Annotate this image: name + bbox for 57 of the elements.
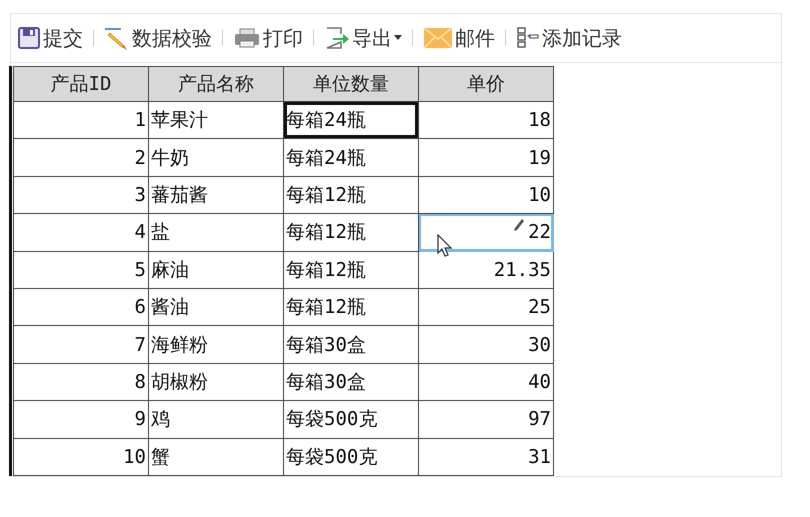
toolbar-button[interactable]: 打印	[231, 24, 305, 52]
table-cell: 鸡	[148, 400, 284, 438]
table-cell: 8	[14, 363, 148, 401]
table-cell: 6	[14, 288, 148, 326]
table-cell: 30	[418, 326, 554, 364]
table-cell: 海鲜粉	[148, 326, 284, 364]
save-icon	[17, 26, 41, 50]
column-header[interactable]: 单位数量	[284, 66, 418, 102]
table-cell: 19	[418, 138, 554, 176]
table-cell: 牛奶	[148, 138, 284, 176]
table-cell: 每箱12瓶	[284, 176, 418, 214]
table-cell: 5	[14, 251, 148, 288]
table-cell: 9	[14, 400, 148, 438]
table-cell: 10	[14, 438, 148, 476]
column-header[interactable]: 产品ID	[14, 66, 148, 102]
table-cell: 酱油	[148, 288, 284, 326]
table-cell: 麻油	[148, 251, 284, 288]
column-header[interactable]: 产品名称	[148, 66, 284, 102]
pencil-icon	[513, 218, 525, 232]
add-record-icon	[516, 26, 540, 50]
table-cell: 1	[14, 102, 148, 139]
table-cell: 21.35	[418, 251, 554, 288]
toolbar-button[interactable]: 添加记录	[514, 24, 624, 52]
table-cell: 40	[418, 363, 554, 401]
table-cell: 苹果汁	[148, 102, 284, 139]
table-cell: 每箱24瓶	[284, 138, 418, 176]
toolbar-button[interactable]: 导出	[322, 24, 404, 52]
table-cell: 每箱12瓶	[284, 214, 418, 252]
toolbar-button[interactable]: 数据校验	[102, 24, 214, 52]
table-cell: 97	[418, 400, 554, 438]
table-cell: 每箱30盒	[284, 326, 418, 364]
table-cell: 2	[14, 138, 148, 176]
table-cell: 胡椒粉	[148, 363, 284, 401]
table-cell: 每箱30盒	[284, 363, 418, 401]
table-cell: 7	[14, 326, 148, 364]
column-header[interactable]: 单价	[418, 66, 554, 102]
table-cell: 25	[418, 288, 554, 326]
table-cell: 每箱12瓶	[284, 251, 418, 288]
table-cell: 蟹	[148, 438, 284, 476]
table-cell: 每箱12瓶	[284, 288, 418, 326]
table-cell: 每箱24瓶	[284, 102, 418, 139]
printer-icon	[233, 26, 261, 50]
table-cell: 4	[14, 214, 148, 252]
cursor-icon	[437, 234, 453, 258]
table-cell: 每袋500克	[284, 400, 418, 438]
pencil-icon	[104, 26, 130, 50]
table-cell: 3	[14, 176, 148, 214]
toolbar-button[interactable]: 提交	[15, 24, 85, 52]
table-cell: 盐	[148, 214, 284, 252]
export-icon	[324, 25, 350, 51]
toolbar-button[interactable]: 邮件	[421, 24, 497, 52]
table-cell: 每袋500克	[284, 438, 418, 476]
table-cell: 10	[418, 176, 554, 214]
envelope-icon	[423, 27, 453, 49]
table-cell: 18	[418, 102, 554, 139]
table-cell: 蕃茄酱	[148, 176, 284, 214]
table-cell: 31	[418, 438, 554, 476]
